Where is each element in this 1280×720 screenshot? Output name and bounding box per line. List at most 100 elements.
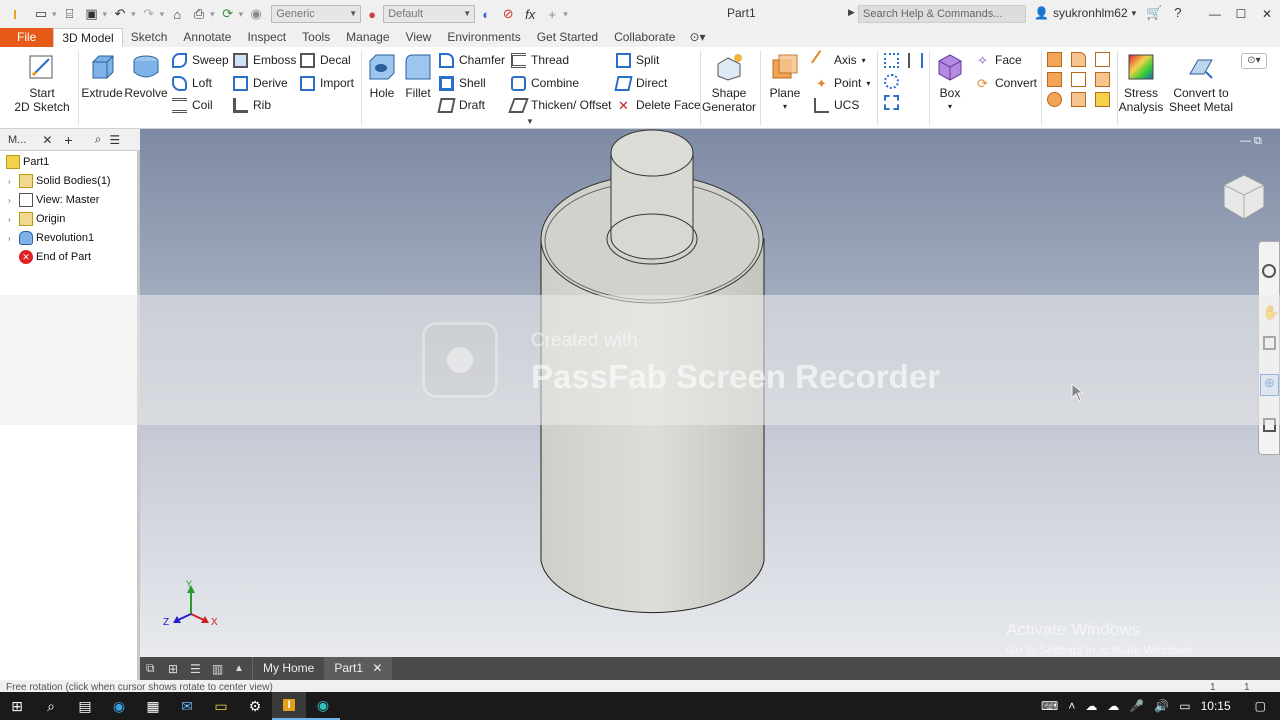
extrude-button[interactable]: Extrude bbox=[81, 52, 123, 100]
keyboard-icon[interactable]: ⌨ bbox=[1041, 699, 1058, 713]
tab-tools[interactable]: Tools bbox=[294, 28, 338, 47]
app-logo-icon[interactable]: I bbox=[0, 4, 30, 24]
help-icon[interactable]: ? bbox=[1174, 5, 1181, 21]
direct-button[interactable]: Direct bbox=[614, 74, 667, 92]
decal-button[interactable]: Decal bbox=[300, 51, 351, 69]
vertical-tile-icon[interactable]: ▥ bbox=[212, 662, 234, 676]
tree-item-revolution1[interactable]: › Revolution1 bbox=[8, 229, 94, 247]
measure-icon[interactable]: ◉ bbox=[245, 4, 267, 24]
scroll-up-icon[interactable]: ▲ bbox=[234, 663, 252, 674]
ruled-surface-icon[interactable] bbox=[1095, 92, 1110, 107]
screen-recorder-icon[interactable]: ◉ bbox=[306, 692, 340, 720]
add-icon[interactable]: + bbox=[64, 132, 72, 148]
ribbon-options-icon[interactable]: ⊙▾ bbox=[683, 28, 711, 47]
windows-start-icon[interactable]: ⊞ bbox=[0, 692, 34, 720]
expand-icon[interactable]: › bbox=[8, 177, 16, 186]
derive-button[interactable]: Derive bbox=[233, 74, 288, 92]
notification-icon[interactable]: ▢ bbox=[1255, 699, 1266, 713]
repair-icon[interactable] bbox=[1047, 92, 1062, 107]
expand-icon[interactable]: › bbox=[8, 196, 16, 205]
tab-part1[interactable]: Part1 ✕ bbox=[324, 657, 393, 680]
circular-pattern-icon[interactable] bbox=[884, 74, 899, 89]
update-icon[interactable]: ⟳ bbox=[217, 4, 239, 24]
tree-item-end-of-part[interactable]: ✕ End of Part bbox=[8, 248, 91, 266]
chamfer-button[interactable]: Chamfer bbox=[439, 51, 505, 69]
sketch-pattern-icon[interactable] bbox=[884, 95, 899, 110]
settings-icon[interactable]: ⚙ bbox=[238, 692, 272, 720]
thicken-offset-button[interactable]: Thicken/ Offset bbox=[508, 96, 611, 114]
expand-icon[interactable]: › bbox=[8, 234, 16, 243]
start-2d-sketch-button[interactable]: Start 2D Sketch bbox=[14, 52, 70, 114]
split-button[interactable]: Split bbox=[616, 51, 659, 69]
tab-annotate[interactable]: Annotate bbox=[175, 28, 239, 47]
tile-icon[interactable]: ⧉ bbox=[146, 661, 168, 676]
add-icon[interactable]: + bbox=[541, 4, 563, 24]
appearance-icon[interactable]: ● bbox=[361, 4, 383, 24]
box-button[interactable]: Box ▾ bbox=[933, 52, 967, 114]
print-icon[interactable]: ⎙ bbox=[188, 4, 210, 24]
coil-button[interactable]: Coil bbox=[172, 96, 213, 114]
home-icon[interactable]: ⌂ bbox=[166, 4, 188, 24]
task-view-icon[interactable]: ▤ bbox=[68, 692, 102, 720]
tab-get-started[interactable]: Get Started bbox=[529, 28, 606, 47]
appearance-combo[interactable]: Default ▼ bbox=[383, 5, 476, 23]
browser-tab-model[interactable]: M... bbox=[8, 134, 26, 146]
tree-item-origin[interactable]: › Origin bbox=[8, 210, 65, 228]
draft-button[interactable]: Draft bbox=[437, 96, 485, 114]
revolve-button[interactable]: Revolve bbox=[124, 52, 168, 100]
rectangular-pattern-icon[interactable] bbox=[884, 53, 899, 68]
close-tab-icon[interactable]: ✕ bbox=[372, 661, 382, 675]
point-button[interactable]: ✦ Point ▾ bbox=[814, 74, 870, 92]
rib-button[interactable]: Rib bbox=[233, 96, 271, 114]
search-input[interactable]: Search Help & Commands... bbox=[858, 5, 1026, 23]
tree-item-solid-bodies[interactable]: › Solid Bodies(1) bbox=[8, 172, 111, 190]
fit-mesh-icon[interactable] bbox=[1071, 92, 1086, 107]
plane-button[interactable]: Plane ▾ bbox=[767, 52, 803, 114]
convert-button[interactable]: ⟳ Convert bbox=[975, 74, 1037, 92]
trim-icon[interactable] bbox=[1047, 72, 1062, 87]
store-icon[interactable]: ▦ bbox=[136, 692, 170, 720]
network-icon[interactable]: ☁ bbox=[1085, 699, 1097, 713]
battery-icon[interactable]: ▭ bbox=[1179, 699, 1190, 713]
open-file-icon[interactable]: ⌸ bbox=[59, 4, 81, 24]
tree-item-view-master[interactable]: › View: Master bbox=[8, 191, 99, 209]
clock[interactable]: 10:15 bbox=[1201, 699, 1231, 713]
face-button[interactable]: ✧ Face bbox=[975, 51, 1022, 69]
ucs-button[interactable]: UCS bbox=[814, 96, 859, 114]
stress-analysis-button[interactable]: Stress Analysis bbox=[1118, 52, 1164, 114]
redo-icon[interactable]: ↷ bbox=[138, 4, 160, 24]
steering-wheel-icon[interactable] bbox=[1262, 264, 1276, 278]
inventor-app-icon[interactable]: I bbox=[272, 692, 306, 720]
save-icon[interactable]: ▣ bbox=[81, 4, 103, 24]
tray-expand-icon[interactable]: ˄ bbox=[1068, 699, 1075, 713]
patch-icon[interactable] bbox=[1071, 52, 1086, 67]
material-combo[interactable]: Generic ▼ bbox=[271, 5, 362, 23]
cart-icon[interactable]: 🛒 bbox=[1146, 5, 1162, 21]
menu-icon[interactable]: ☰ bbox=[109, 133, 120, 147]
tab-inspect[interactable]: Inspect bbox=[239, 28, 294, 47]
tab-file[interactable]: File bbox=[0, 28, 54, 47]
replace-face-icon[interactable] bbox=[1095, 72, 1110, 87]
sweep-button[interactable]: Sweep bbox=[172, 51, 229, 69]
tab-sketch[interactable]: Sketch bbox=[123, 28, 176, 47]
more-tools-chevron-icon[interactable]: ▼ bbox=[526, 117, 534, 126]
tab-view[interactable]: View bbox=[398, 28, 440, 47]
ribbon-options-icon[interactable]: ⊙▾ bbox=[1241, 53, 1267, 69]
close-icon[interactable]: ✕ bbox=[42, 133, 52, 147]
search-icon[interactable]: ⌕ bbox=[34, 692, 68, 720]
volume-icon[interactable]: 🔊 bbox=[1154, 699, 1169, 713]
mirror-icon[interactable] bbox=[908, 53, 923, 68]
tab-manage[interactable]: Manage bbox=[338, 28, 397, 47]
onedrive-icon[interactable]: ☁ bbox=[1107, 699, 1119, 713]
microphone-icon[interactable]: 🎤 bbox=[1129, 699, 1144, 713]
stitch-icon[interactable] bbox=[1047, 52, 1062, 67]
sculpt-icon[interactable] bbox=[1095, 52, 1110, 67]
new-file-icon[interactable]: ▭ bbox=[30, 4, 52, 24]
minimize-button[interactable]: — bbox=[1202, 0, 1228, 28]
extend-icon[interactable] bbox=[1071, 72, 1086, 87]
expand-icon[interactable]: › bbox=[8, 215, 16, 224]
tab-my-home[interactable]: My Home bbox=[252, 657, 324, 680]
hole-button[interactable]: Hole bbox=[366, 52, 398, 100]
fx-icon[interactable]: fx bbox=[519, 4, 541, 24]
tab-environments[interactable]: Environments bbox=[439, 28, 528, 47]
